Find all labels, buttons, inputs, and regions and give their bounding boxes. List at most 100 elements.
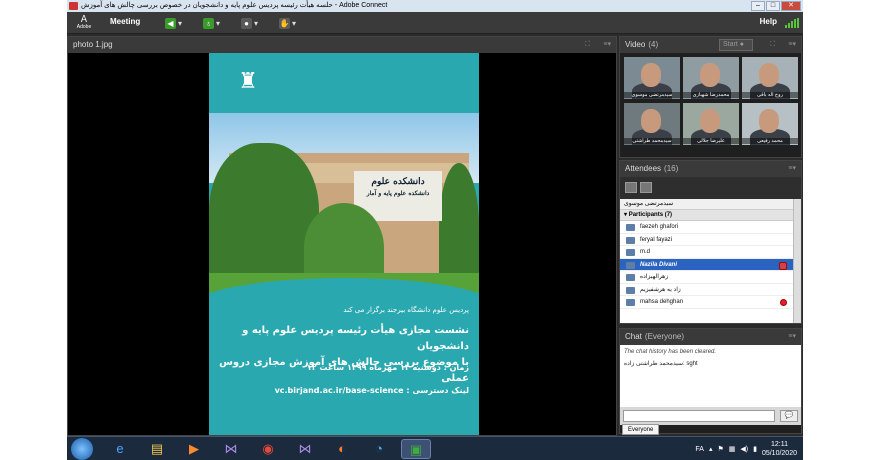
chat-scope: (Everyone) [644, 332, 685, 341]
poster-link-label: لینک دسترسی : [406, 386, 469, 395]
fullscreen-icon[interactable]: ⛶ [770, 37, 775, 53]
adobe-logo-label: Adobe [76, 24, 92, 30]
participant-row[interactable]: mahsa dehghan [620, 296, 793, 309]
attendee-view-toolbar [620, 177, 801, 199]
close-button[interactable]: ✕ [781, 1, 801, 11]
university-logo-icon: ♜ [238, 68, 258, 93]
participant-icon [626, 236, 635, 244]
windows-taskbar: e ▤ ▶ ⋈ ◉ ⋈ ◐ ◔ ▣ FA ▴ ⚑ ▦ ◀) ▮ 12:11 05… [67, 436, 803, 460]
pod-menu-icon[interactable]: ≡▾ [788, 161, 796, 177]
chrome-icon[interactable]: ◉ [253, 439, 283, 459]
chevron-down-icon[interactable]: ▾ [254, 19, 258, 28]
microphone-icon[interactable]: ♁ [203, 17, 214, 29]
internet-explorer-icon[interactable]: e [105, 439, 135, 459]
maximize-button[interactable]: □ [766, 1, 780, 11]
chat-input-row: 💬 [620, 407, 801, 425]
attendees-pod-title: Attendees [625, 164, 662, 173]
video-count: (4) [648, 40, 659, 49]
attendee-scrollbar[interactable] [793, 199, 801, 323]
participant-row[interactable]: زاد یه هرشفیزیم [620, 284, 793, 296]
firefox-icon[interactable]: ◐ [327, 439, 357, 459]
clock-date: 05/10/2020 [761, 450, 797, 457]
participant-row[interactable]: faezeh ghafori [620, 221, 793, 234]
chat-pod-header: Chat (Everyone) ≡▾ [620, 329, 801, 345]
pod-menu-icon[interactable]: ≡▾ [788, 329, 796, 345]
sign-line-2: دانشکده علوم پایه و آمار [366, 190, 430, 197]
title-bar: حلسه هیأت رئیسه پردیس علوم پایه و دانشجو… [67, 0, 803, 12]
visual-studio-icon[interactable]: ⋈ [290, 439, 320, 459]
participant-icon [626, 261, 635, 269]
file-explorer-icon[interactable]: ▤ [142, 439, 172, 459]
pod-menu-icon[interactable]: ≡▾ [603, 37, 611, 53]
media-player-icon[interactable]: ▶ [179, 439, 209, 459]
chevron-down-icon[interactable]: ▾ [178, 19, 182, 28]
participant-row[interactable]: feryal fayazi [620, 234, 793, 246]
adobe-logo: Ａ Adobe [73, 15, 95, 31]
menu-bar: Ａ Adobe Meeting ◀ ▾ ♁ ▾ ● ▾ ✋ ▾ Help [67, 12, 803, 34]
mic-status-icon [779, 261, 787, 270]
fullscreen-icon[interactable]: ⛶ [585, 37, 590, 53]
video-thumbnail[interactable]: محمدرضا شهبازی [683, 57, 739, 99]
visual-studio-icon[interactable]: ⋈ [216, 439, 246, 459]
chevron-down-icon[interactable]: ▾ [216, 19, 220, 28]
video-participant-name: روح اله باقی [742, 92, 798, 98]
participants-group-header[interactable]: ▾ Participants (7) [620, 210, 793, 221]
sign-line-1: دانشکده علوم [371, 177, 425, 187]
tray-arrow-icon[interactable]: ▴ [709, 445, 713, 453]
window-title: حلسه هیأت رئیسه پردیس علوم پایه و دانشجو… [81, 2, 388, 9]
video-thumbnail[interactable]: علیرضا جلالی [683, 103, 739, 145]
minimize-button[interactable]: – [751, 1, 765, 11]
microphone-control[interactable]: ♁ ▾ [203, 16, 220, 30]
video-thumbnail[interactable]: محمد رفیعی [742, 103, 798, 145]
clock-time: 12:11 [770, 441, 788, 448]
network-icon[interactable]: ▦ [729, 445, 736, 453]
chat-tab-everyone[interactable]: Everyone [622, 424, 660, 435]
speaker-control[interactable]: ◀ ▾ [165, 16, 182, 30]
sort-view-icon[interactable] [640, 182, 652, 193]
pod-menu-icon[interactable]: ≡▾ [788, 37, 796, 53]
poster-link-url: vc.birjand.ac.ir/base-science [274, 386, 404, 395]
flag-icon[interactable]: ⚑ [717, 445, 723, 453]
status-icon [780, 299, 787, 306]
edge-icon[interactable]: ◔ [364, 439, 394, 459]
window-controls: – □ ✕ [751, 1, 801, 11]
clock[interactable]: 12:11 05/10/2020 [762, 440, 797, 458]
start-webcam-button[interactable]: Start ● [719, 39, 753, 51]
participant-icon [626, 224, 635, 231]
list-view-icon[interactable] [625, 182, 637, 193]
speaker-icon[interactable]: ◀ [165, 17, 176, 29]
chat-input[interactable] [623, 410, 775, 422]
adobe-connect-taskbar-icon[interactable]: ▣ [401, 439, 431, 459]
send-message-icon[interactable]: 💬 [780, 410, 798, 422]
participant-row[interactable]: زهرالهیزاده [620, 271, 793, 284]
raise-hand-icon[interactable]: ✋ [279, 17, 290, 29]
video-thumbnail[interactable]: سیدمرتضی موسوی [624, 57, 680, 99]
host-row[interactable]: سیدمرتضی موسوی [620, 199, 793, 210]
system-tray: FA ▴ ⚑ ▦ ◀) ▮ 12:11 05/10/2020 [695, 439, 797, 459]
video-thumbnail[interactable]: سیدمحمد طراشتی [624, 103, 680, 145]
video-participant-name: سیدمرتضی موسوی [624, 92, 680, 98]
battery-icon[interactable]: ▮ [753, 445, 757, 453]
video-thumbnail[interactable]: روح اله باقی [742, 57, 798, 99]
meeting-menu[interactable]: Meeting [110, 17, 140, 26]
help-menu[interactable]: Help [760, 17, 777, 26]
app-icon [69, 2, 78, 10]
raise-hand-control[interactable]: ✋ ▾ [279, 16, 296, 30]
share-pod-header: photo 1.jpg ⛶ ≡▾ [68, 37, 616, 53]
poster-tree [209, 143, 319, 293]
volume-icon[interactable]: ◀) [740, 445, 748, 453]
event-poster: دانشکده علوم دانشکده علوم پایه و آمار ♜ … [209, 53, 479, 435]
chat-pod-title: Chat [625, 332, 642, 341]
connection-signal-icon [785, 18, 799, 28]
camera-control[interactable]: ● ▾ [241, 16, 258, 30]
participant-row-selected[interactable]: Nazila Divani [620, 258, 793, 271]
participant-icon [626, 274, 635, 281]
participant-row[interactable]: m.d [620, 246, 793, 259]
chat-messages: The chat history has been cleared. سیدمح… [620, 345, 801, 407]
start-button-icon[interactable] [71, 438, 93, 460]
chevron-down-icon[interactable]: ▾ [292, 19, 296, 28]
participant-icon [626, 249, 635, 256]
webcam-icon[interactable]: ● [241, 17, 252, 29]
video-pod-title: Video [625, 40, 646, 49]
language-indicator[interactable]: FA [695, 446, 704, 453]
